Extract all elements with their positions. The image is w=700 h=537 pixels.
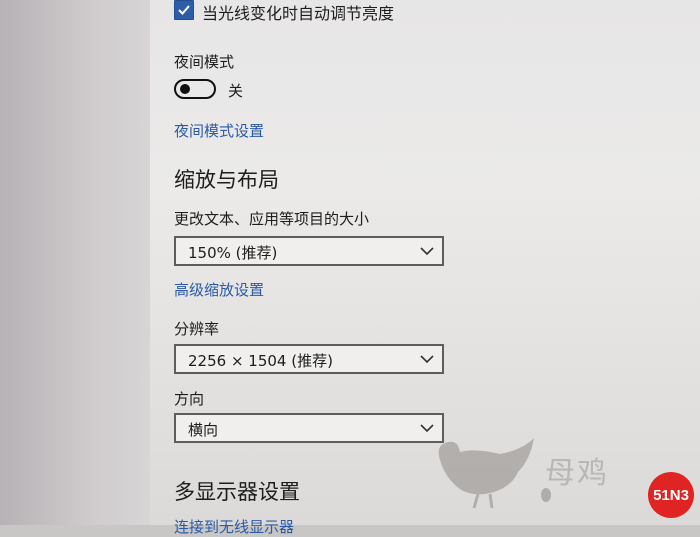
wireless-display-link[interactable]: 连接到无线显示器 xyxy=(174,516,294,537)
auto-brightness-checkbox[interactable] xyxy=(174,0,194,20)
night-mode-toggle[interactable] xyxy=(174,79,216,99)
resolution-dropdown[interactable]: 2256 × 1504 (推荐) xyxy=(174,344,444,374)
text-size-dropdown[interactable]: 150% (推荐) xyxy=(174,236,444,266)
night-mode-state-text: 关 xyxy=(228,82,244,100)
display-settings-panel: 当光线变化时自动调节亮度 夜间模式 关 夜间模式设置 缩放与布局 更改文本、应用… xyxy=(150,0,700,536)
hen-watermark-icon xyxy=(438,438,534,509)
orientation-dropdown[interactable]: 横向 xyxy=(174,413,444,443)
watermark-text: 母鸡 xyxy=(545,456,609,491)
checkmark-icon xyxy=(178,5,190,15)
night-mode-label: 夜间模式 xyxy=(174,53,235,71)
chevron-down-icon xyxy=(420,355,434,364)
watermark-badge: 51N3 xyxy=(648,472,694,518)
settings-nav-pane xyxy=(0,0,150,525)
text-size-label: 更改文本、应用等项目的大小 xyxy=(174,210,370,228)
resolution-value: 2256 × 1504 (推荐) xyxy=(188,352,333,370)
scale-layout-heading: 缩放与布局 xyxy=(174,168,279,192)
auto-brightness-label: 当光线变化时自动调节亮度 xyxy=(202,4,395,23)
night-mode-settings-link[interactable]: 夜间模式设置 xyxy=(174,120,264,141)
orientation-value: 横向 xyxy=(188,421,219,439)
text-size-value: 150% (推荐) xyxy=(188,244,278,262)
advanced-scaling-link[interactable]: 高级缩放设置 xyxy=(174,279,264,300)
orientation-label: 方向 xyxy=(174,390,205,408)
resolution-label: 分辨率 xyxy=(174,320,220,338)
chevron-down-icon xyxy=(420,247,434,256)
toggle-knob xyxy=(180,84,190,94)
multi-display-heading: 多显示器设置 xyxy=(174,480,300,504)
